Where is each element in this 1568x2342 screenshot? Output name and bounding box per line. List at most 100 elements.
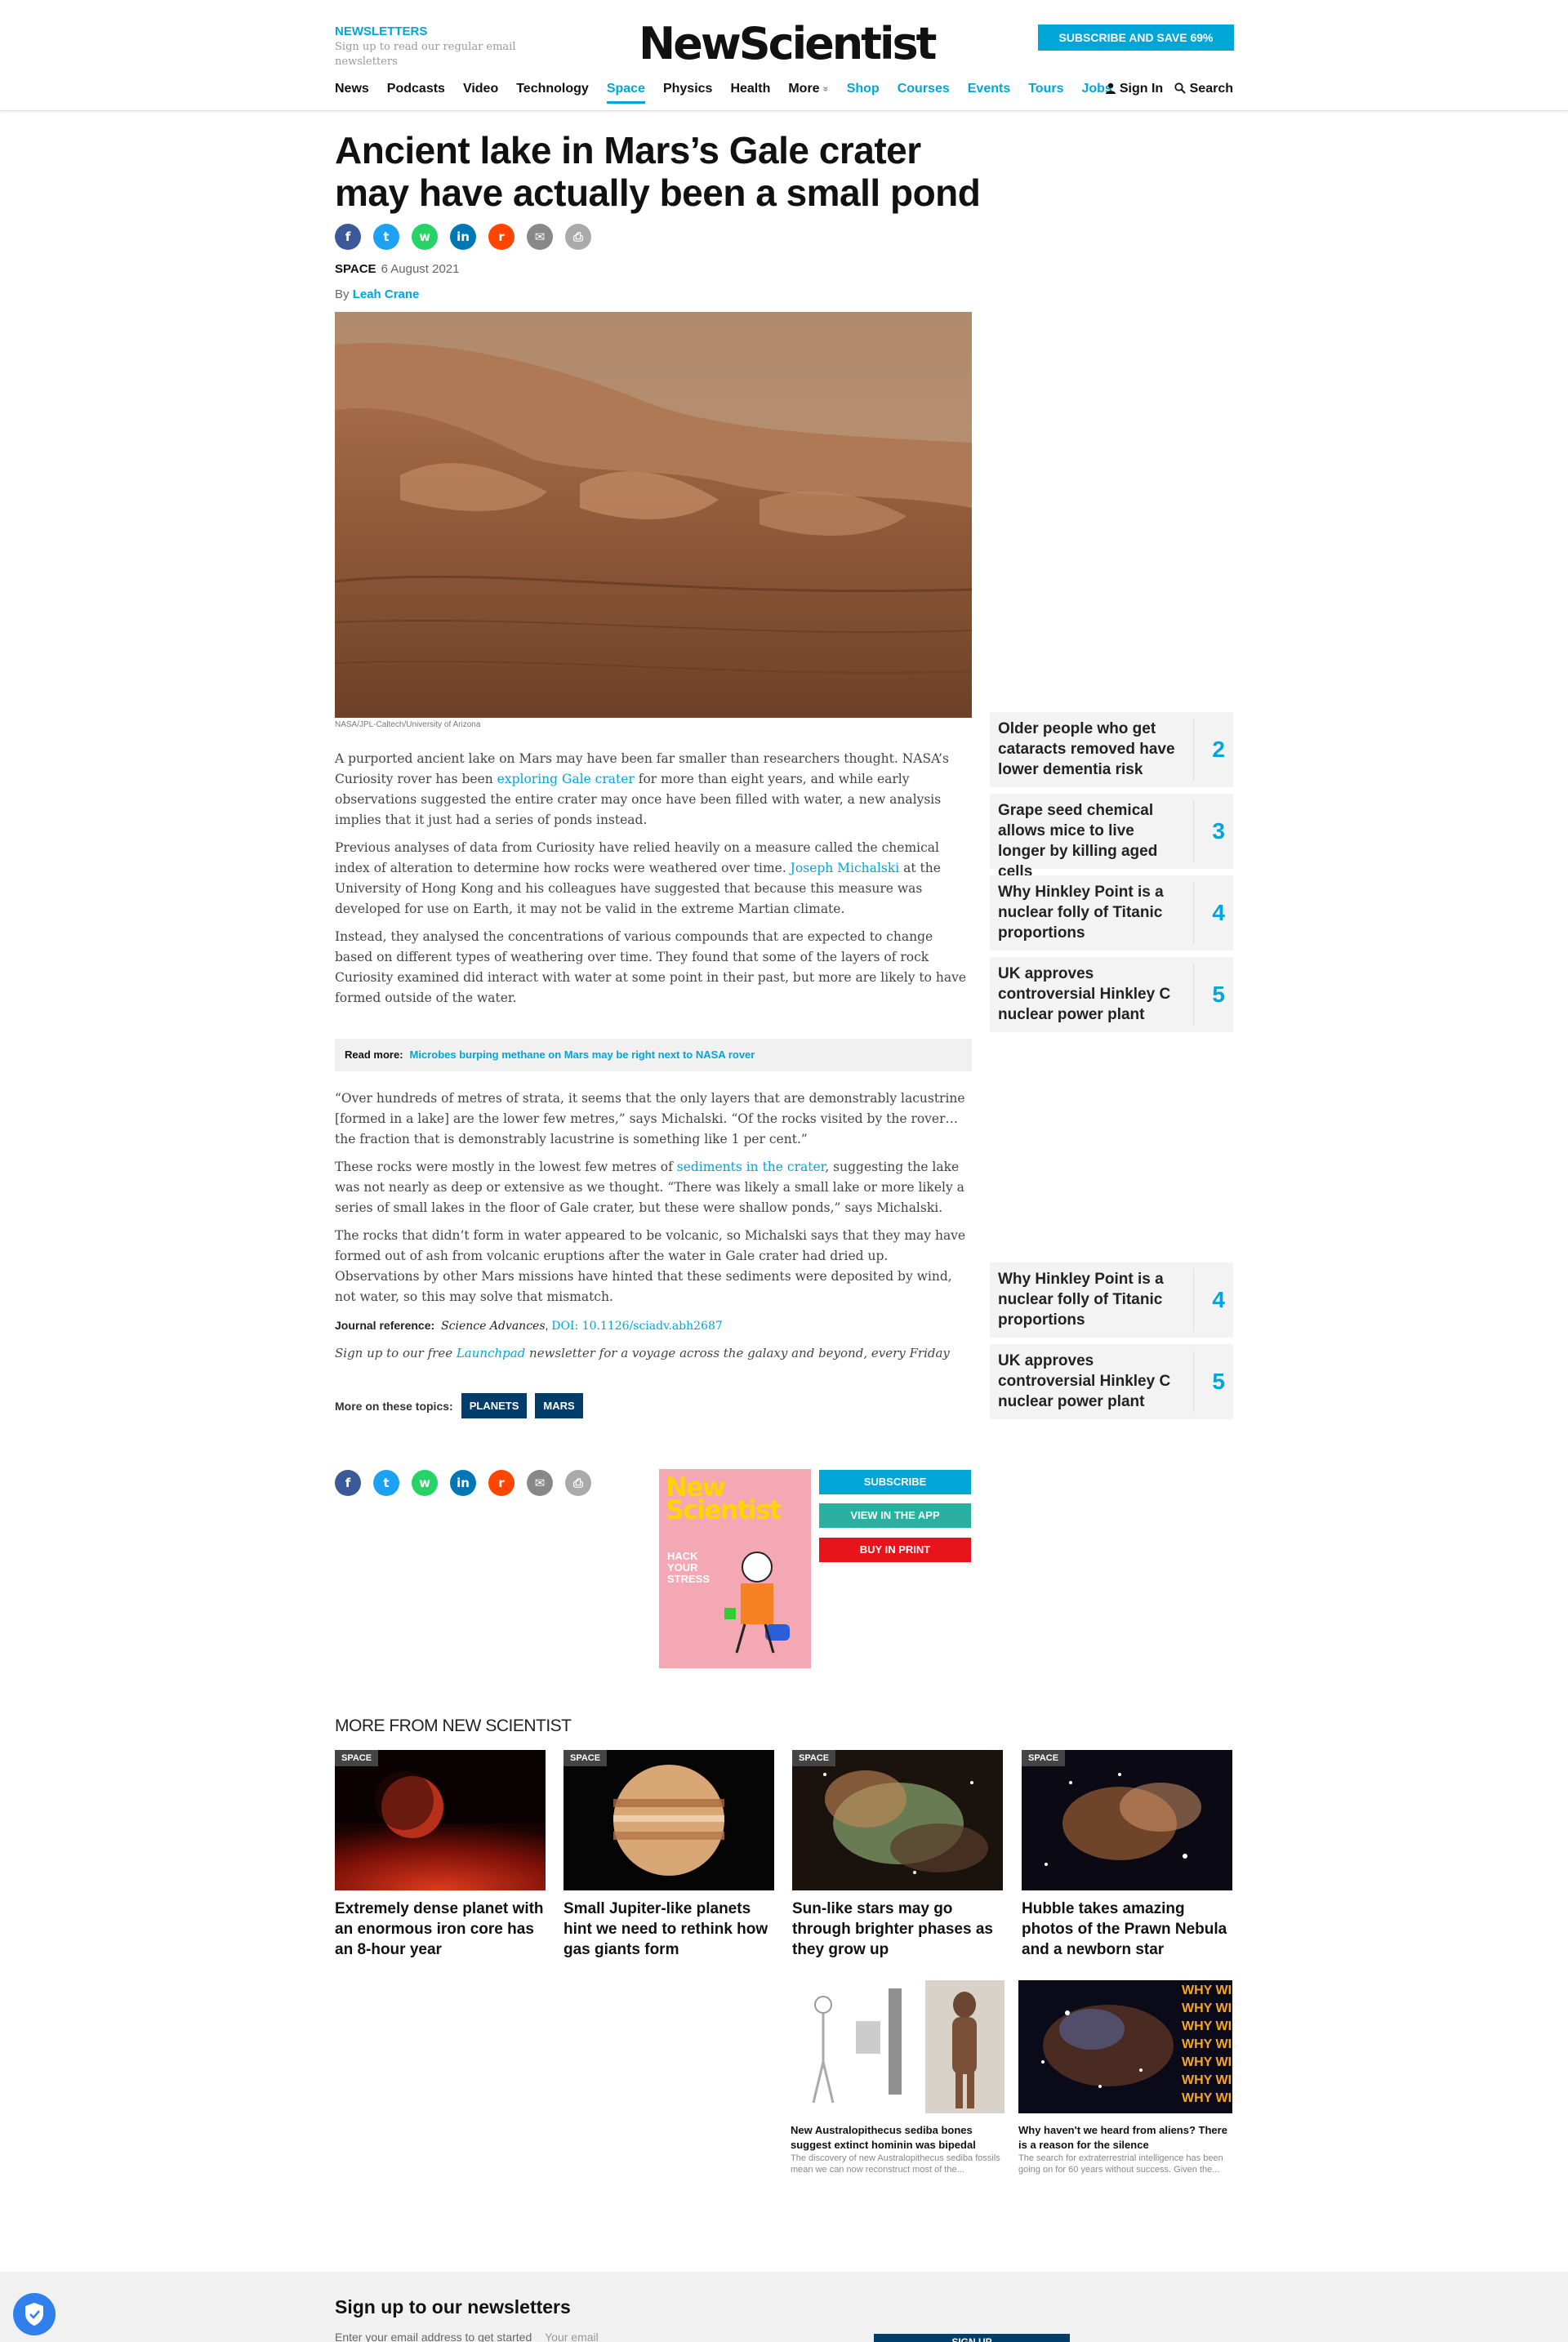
promo-title: Why haven't we heard from aliens? There … <box>1018 2124 1227 2151</box>
planet-image <box>335 1750 546 1890</box>
facebook-icon[interactable]: f <box>335 224 361 250</box>
text: Sign up to our free <box>335 1346 457 1360</box>
subscribe-cta[interactable]: SUBSCRIBE <box>819 1470 971 1494</box>
popular-item-rank: 5 <box>1212 1369 1225 1394</box>
nav-health[interactable]: Health <box>730 82 770 101</box>
topics-row: More on these topics: PLANETS MARS <box>335 1393 583 1418</box>
popular-item[interactable]: Why Hinkley Point is a nuclear folly of … <box>990 1262 1233 1338</box>
popular-item[interactable]: Why Hinkley Point is a nuclear folly of … <box>990 875 1233 951</box>
skeleton-image <box>791 1980 1004 2113</box>
topic-mars[interactable]: MARS <box>535 1393 583 1418</box>
newsletters-subtitle: Sign up to read our regular email newsle… <box>335 41 516 68</box>
popular-item-rank: 4 <box>1212 900 1225 925</box>
print-icon[interactable]: ⎙ <box>565 1470 591 1496</box>
section-label[interactable]: SPACE <box>335 262 376 276</box>
read-more-link[interactable]: Microbes burping methane on Mars may be … <box>410 1049 755 1061</box>
popular-item[interactable]: Older people who get cataracts removed h… <box>990 712 1233 787</box>
nav-podcasts[interactable]: Podcasts <box>387 82 445 101</box>
site-logo[interactable]: NewScientist <box>639 18 937 69</box>
email-icon[interactable]: ✉ <box>527 224 553 250</box>
linkedin-icon[interactable]: in <box>450 224 476 250</box>
newsletter-signup-line: Sign up to our free Launchpad newsletter… <box>335 1346 950 1360</box>
more-card[interactable]: SPACE Extremely dense planet with an eno… <box>335 1750 546 1960</box>
nav-tours[interactable]: Tours <box>1028 82 1063 101</box>
card-image <box>791 1980 1004 2113</box>
buy-in-print-cta[interactable]: BUY IN PRINT <box>819 1538 971 1562</box>
overlay-line: WHY WI <box>1182 2037 1232 2051</box>
hero-image <box>335 312 972 718</box>
popular-item[interactable]: UK approves controversial Hinkley C nucl… <box>990 1344 1233 1419</box>
paragraph: A purported ancient lake on Mars may hav… <box>335 749 972 830</box>
nav-more[interactable]: More » <box>788 82 831 101</box>
reddit-icon[interactable]: r <box>488 224 514 250</box>
topics-label: More on these topics: <box>335 1399 453 1413</box>
card-image: SPACE <box>1022 1750 1232 1890</box>
linkedin-icon[interactable]: in <box>450 1470 476 1496</box>
email-icon[interactable]: ✉ <box>527 1470 553 1496</box>
launchpad-link[interactable]: Launchpad <box>457 1346 525 1360</box>
nav-shop[interactable]: Shop <box>847 82 880 101</box>
more-card[interactable]: SPACE Small Jupiter-like planets hint we… <box>564 1750 774 1960</box>
twitter-icon[interactable]: t <box>373 1470 399 1496</box>
popular-item[interactable]: UK approves controversial Hinkley C nucl… <box>990 957 1233 1032</box>
inline-link[interactable]: Joseph Michalski <box>791 861 900 875</box>
author-link[interactable]: Leah Crane <box>353 287 420 301</box>
paragraph: Previous analyses of data from Curiosity… <box>335 838 972 919</box>
article-body-part1: A purported ancient lake on Mars may hav… <box>335 749 972 1016</box>
nav-physics[interactable]: Physics <box>663 82 712 101</box>
doi-link[interactable]: DOI: 10.1126/sciadv.abh2687 <box>551 1320 722 1333</box>
inline-link[interactable]: sediments in the crater <box>677 1160 826 1174</box>
popular-item-title: Why Hinkley Point is a nuclear folly of … <box>998 884 1164 942</box>
footer-signup-button[interactable]: SIGN UP <box>874 2334 1070 2342</box>
view-in-app-cta[interactable]: VIEW IN THE APP <box>819 1503 971 1528</box>
share-bar-top: f t w in r ✉ ⎙ <box>335 224 591 250</box>
divider <box>1193 882 1194 944</box>
nav-news[interactable]: News <box>335 82 369 101</box>
account-nav: Sign In Search <box>1106 82 1233 96</box>
reddit-icon[interactable]: r <box>488 1470 514 1496</box>
nav-space[interactable]: Space <box>606 82 645 104</box>
cover-illustration <box>724 1552 790 1654</box>
newsletters-title[interactable]: NEWSLETTERS <box>335 24 547 38</box>
promo-card[interactable]: WHY WI WHY WI WHY WI WHY WI WHY WI WHY W… <box>1018 1980 1232 2175</box>
nav-courses[interactable]: Courses <box>898 82 950 101</box>
nav-events[interactable]: Events <box>968 82 1010 101</box>
divider <box>1193 1351 1194 1413</box>
whatsapp-icon[interactable]: w <box>412 1470 438 1496</box>
popular-item[interactable]: Grape seed chemical allows mice to live … <box>990 794 1233 880</box>
sign-in-link[interactable]: Sign In <box>1106 82 1163 96</box>
promo-title: New Australopithecus sediba bones sugges… <box>791 2124 976 2151</box>
inline-link[interactable]: exploring Gale crater <box>497 772 635 786</box>
card-image: SPACE <box>564 1750 774 1890</box>
overlay-line: WHY WI <box>1182 2001 1232 2015</box>
magazine-cover[interactable]: New Scientist HACK YOUR STRESS <box>659 1469 811 1668</box>
magazine-masthead: New Scientist <box>666 1474 782 1523</box>
card-title: Extremely dense planet with an enormous … <box>335 1900 544 1958</box>
more-card[interactable]: SPACE Sun-like stars may go through brig… <box>792 1750 1003 1960</box>
newsletters-promo[interactable]: NEWSLETTERS Sign up to read our regular … <box>335 24 547 69</box>
search-link[interactable]: Search <box>1174 82 1233 96</box>
nebula-image <box>792 1750 1003 1890</box>
privacy-shield-icon[interactable] <box>13 2293 56 2335</box>
twitter-icon[interactable]: t <box>373 224 399 250</box>
nav-video[interactable]: Video <box>463 82 498 101</box>
facebook-icon[interactable]: f <box>335 1470 361 1496</box>
email-field[interactable]: Your email <box>545 2331 599 2342</box>
print-icon[interactable]: ⎙ <box>565 224 591 250</box>
promo-card[interactable]: New Australopithecus sediba bones sugges… <box>791 1980 1004 2175</box>
nav-technology[interactable]: Technology <box>516 82 589 101</box>
paragraph: Instead, they analysed the concentration… <box>335 929 967 1005</box>
subscribe-button[interactable]: SUBSCRIBE AND SAVE 69% <box>1038 24 1234 51</box>
card-tag: SPACE <box>1022 1750 1066 1766</box>
article-body-part2: “Over hundreds of metres of strata, it s… <box>335 1089 972 1315</box>
journal-label: Journal reference: <box>335 1319 435 1332</box>
publish-date: 6 August 2021 <box>381 262 460 276</box>
whatsapp-icon[interactable]: w <box>412 224 438 250</box>
paragraph: These rocks were mostly in the lowest fe… <box>335 1157 972 1218</box>
popular-item-rank: 3 <box>1212 818 1225 844</box>
card-title: Hubble takes amazing photos of the Prawn… <box>1022 1900 1227 1958</box>
main-nav: News Podcasts Video Technology Space Phy… <box>335 82 1130 105</box>
more-card[interactable]: SPACE Hubble takes amazing photos of the… <box>1022 1750 1232 1960</box>
card-image: SPACE <box>792 1750 1003 1890</box>
topic-planets[interactable]: PLANETS <box>461 1393 528 1418</box>
